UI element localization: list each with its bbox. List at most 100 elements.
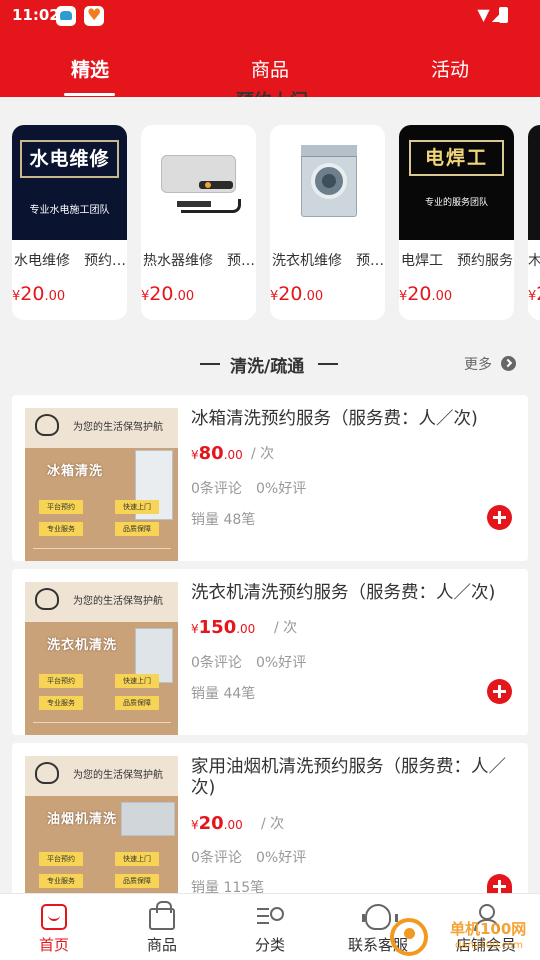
service-name: 水电维修 预约服务 bbox=[14, 253, 126, 269]
thumb-tag: 平台预约 bbox=[39, 852, 83, 866]
product-card[interactable]: 为您的生活保驾护航 冰箱清洗 平台预约 快速上门 专业服务 品质保障 冰箱清洗预… bbox=[12, 395, 528, 561]
service-image bbox=[528, 125, 540, 240]
nav-label: 首页 bbox=[38, 936, 69, 954]
watermark-logo-icon bbox=[390, 918, 428, 956]
service-card[interactable]: 洗衣机维修 预约服务 ¥20.00 bbox=[270, 125, 385, 320]
divider bbox=[200, 363, 220, 365]
thumb-headline: 油烟机清洗 bbox=[47, 812, 118, 827]
service-card[interactable]: 电焊工 专业的服务团队 电焊工 预约服务 ¥20.00 bbox=[399, 125, 514, 320]
price-unit: / 次 bbox=[261, 816, 285, 832]
active-tab-indicator bbox=[64, 93, 115, 96]
category-icon bbox=[257, 904, 284, 930]
status-time: 11:02 bbox=[12, 6, 60, 24]
notification-app-icon bbox=[56, 6, 76, 26]
product-price: ¥20.00 bbox=[191, 813, 243, 834]
sales-count: 销量 115笔 bbox=[191, 880, 265, 893]
add-to-cart-icon[interactable] bbox=[487, 679, 512, 704]
product-name: 冰箱清洗预约服务（服务费：人／次) bbox=[191, 409, 478, 429]
thumb-tag: 快速上门 bbox=[115, 852, 159, 866]
nav-label: 分类 bbox=[254, 936, 285, 954]
service-card-partial[interactable]: 木 ¥2 bbox=[528, 125, 540, 320]
price-unit: / 次 bbox=[251, 446, 275, 462]
thumb-tag: 专业服务 bbox=[39, 696, 83, 710]
banner-subtitle: 专业的服务团队 bbox=[424, 198, 488, 208]
thumb-tag: 平台预约 bbox=[39, 500, 83, 514]
divider bbox=[318, 363, 338, 365]
nav-label: 商品 bbox=[146, 936, 177, 954]
thumb-tag: 品质保障 bbox=[115, 522, 159, 536]
home-icon bbox=[41, 904, 67, 930]
product-name: 家用油烟机清洗预约服务（服务费：人／次) bbox=[191, 757, 506, 798]
add-to-cart-icon[interactable] bbox=[487, 874, 512, 893]
sales-count: 销量 44笔 bbox=[191, 686, 256, 702]
range-hood-image bbox=[121, 802, 175, 836]
product-thumbnail: 为您的生活保驾护航 洗衣机清洗 平台预约 快速上门 专业服务 品质保障 bbox=[25, 582, 178, 735]
banner-title: 电焊工 bbox=[409, 140, 504, 176]
watermark-text: 单机100网 bbox=[450, 920, 527, 938]
service-price: ¥20.00 bbox=[270, 283, 324, 305]
nav-home[interactable]: 首页 bbox=[0, 894, 108, 960]
good-rate: 0%好评 bbox=[256, 481, 307, 497]
notification-app-icon-2 bbox=[84, 5, 104, 26]
app-header: 11:02 ▼◢ 精选 商品 活动 bbox=[0, 0, 540, 97]
nav-products[interactable]: 商品 bbox=[108, 894, 216, 960]
service-name: 电焊工 预约服务 bbox=[401, 253, 513, 269]
add-to-cart-icon[interactable] bbox=[487, 505, 512, 530]
sales-count: 销量 48笔 bbox=[191, 512, 256, 528]
product-thumbnail: 为您的生活保驾护航 冰箱清洗 平台预约 快速上门 专业服务 品质保障 bbox=[25, 408, 178, 561]
washing-machine-image bbox=[270, 125, 385, 240]
product-card[interactable]: 为您的生活保驾护航 洗衣机清洗 平台预约 快速上门 专业服务 品质保障 洗衣机清… bbox=[12, 569, 528, 735]
brand-logo-icon bbox=[35, 588, 59, 610]
service-price: ¥20.00 bbox=[141, 283, 195, 305]
thumb-slogan: 为您的生活保驾护航 bbox=[73, 770, 163, 781]
service-name: 洗衣机维修 预约服务 bbox=[272, 253, 384, 269]
tab-featured[interactable]: 精选 bbox=[30, 55, 150, 82]
product-price: ¥150.00 bbox=[191, 617, 256, 638]
thumb-tag: 专业服务 bbox=[39, 522, 83, 536]
good-rate: 0%好评 bbox=[256, 850, 307, 866]
thumb-tag: 专业服务 bbox=[39, 874, 83, 888]
service-price: ¥2 bbox=[528, 283, 540, 305]
thumb-tag: 快速上门 bbox=[115, 674, 159, 688]
service-price: ¥20.00 bbox=[399, 283, 453, 305]
comment-count: 0条评论 bbox=[191, 655, 242, 671]
tab-products[interactable]: 商品 bbox=[210, 55, 330, 82]
section-title-partial: 预约上门 bbox=[236, 87, 308, 97]
status-bar: 11:02 ▼◢ bbox=[0, 0, 540, 32]
customer-service-icon bbox=[362, 904, 398, 930]
service-price: ¥20.00 bbox=[12, 283, 66, 305]
battery-icon bbox=[499, 7, 508, 23]
section-title: 清洗/疏通 bbox=[230, 357, 305, 377]
product-thumbnail: 为您的生活保驾护航 油烟机清洗 平台预约 快速上门 专业服务 品质保障 bbox=[25, 756, 178, 893]
banner-subtitle: 专业水电施工团队 bbox=[29, 205, 110, 216]
service-image: 电焊工 专业的服务团队 bbox=[399, 125, 514, 240]
brand-logo-icon bbox=[35, 762, 59, 784]
thumb-slogan: 为您的生活保驾护航 bbox=[73, 422, 163, 433]
service-carousel[interactable]: 水电维修 专业水电施工团队 水电维修 预约服务 ¥20.00 热水器维修 预约服… bbox=[0, 125, 540, 320]
more-link[interactable]: 更多 bbox=[464, 354, 492, 374]
product-name: 洗衣机清洗预约服务（服务费：人／次) bbox=[191, 583, 496, 603]
nav-category[interactable]: 分类 bbox=[216, 894, 324, 960]
bag-icon bbox=[149, 901, 175, 930]
water-heater-image bbox=[141, 125, 256, 240]
good-rate: 0%好评 bbox=[256, 655, 307, 671]
thumb-headline: 冰箱清洗 bbox=[47, 464, 104, 479]
service-image: 水电维修 专业水电施工团队 bbox=[12, 125, 127, 240]
service-name: 木 bbox=[528, 253, 540, 269]
brand-logo-icon bbox=[35, 414, 59, 436]
service-name: 热水器维修 预约服务 bbox=[143, 253, 255, 269]
thumb-headline: 洗衣机清洗 bbox=[47, 638, 118, 653]
thumb-slogan: 为您的生活保驾护航 bbox=[73, 596, 163, 607]
thumb-tag: 平台预约 bbox=[39, 674, 83, 688]
product-card[interactable]: 为您的生活保驾护航 油烟机清洗 平台预约 快速上门 专业服务 品质保障 家用油烟… bbox=[12, 743, 528, 893]
thumb-tag: 快速上门 bbox=[115, 500, 159, 514]
tab-activities[interactable]: 活动 bbox=[390, 55, 510, 82]
watermark-url: danji100.com bbox=[455, 940, 523, 951]
comment-count: 0条评论 bbox=[191, 850, 242, 866]
price-unit: / 次 bbox=[274, 620, 298, 636]
comment-count: 0条评论 bbox=[191, 481, 242, 497]
service-card[interactable]: 水电维修 专业水电施工团队 水电维修 预约服务 ¥20.00 bbox=[12, 125, 127, 320]
chevron-right-icon[interactable] bbox=[501, 356, 516, 371]
thumb-tag: 品质保障 bbox=[115, 696, 159, 710]
service-card[interactable]: 热水器维修 预约服务 ¥20.00 bbox=[141, 125, 256, 320]
